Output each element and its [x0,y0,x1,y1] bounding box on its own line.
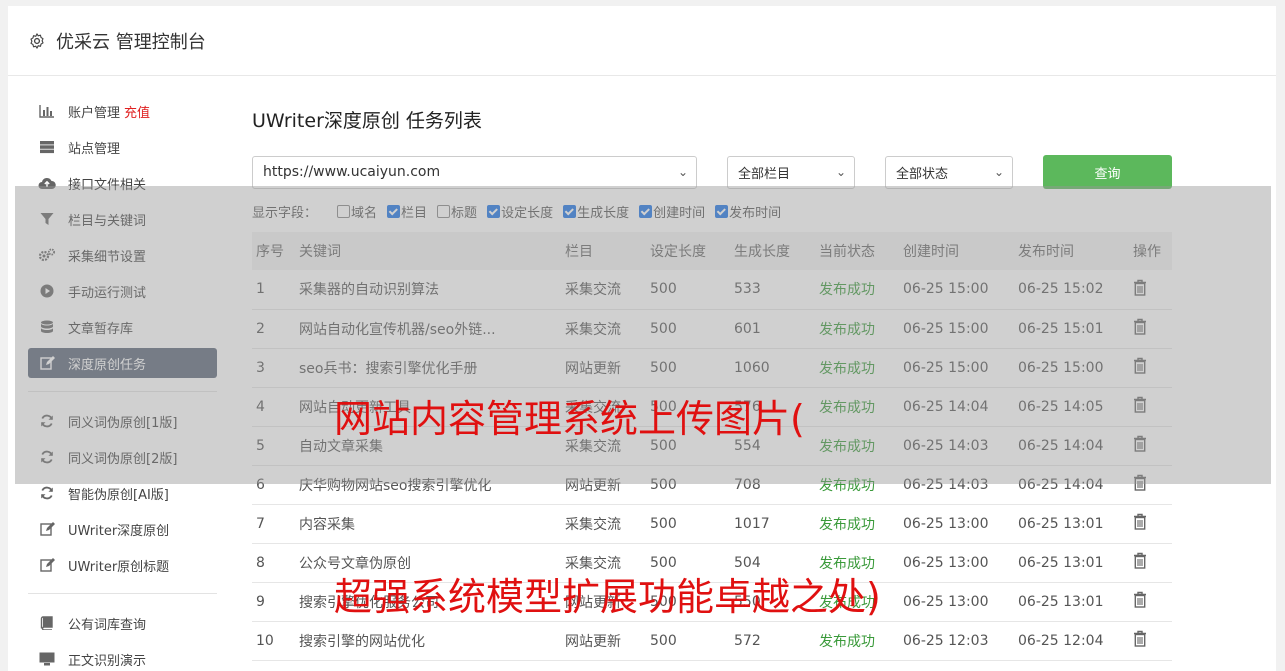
status-select[interactable]: 全部状态 ⌄ [885,155,1013,189]
row-index: 7 [256,515,265,532]
page-title: UWriter深度原创 任务列表 [252,110,482,132]
server-icon [38,139,56,155]
status-cell: 发布成功 [819,516,875,533]
chevron-down-icon: ⌄ [677,165,688,179]
created-time-cell: 06-25 13:00 [903,554,989,571]
action-cell [1133,582,1172,621]
created-time-cell: 06-25 13:00 [903,593,989,610]
sidebar-item-label: UWriter原创标题 [68,559,170,575]
created-time-cell: 06-25 12:03 [903,632,989,649]
query-button[interactable]: 查询 [1043,155,1172,189]
sidebar-item-label: 账户管理 [68,105,121,121]
refresh-icon [38,485,56,501]
column-cell: 采集交流 [565,516,621,533]
row-index: 10 [256,632,274,649]
gen-length-cell: 572 [734,632,761,649]
action-cell [1133,543,1172,582]
column-select-value: 全部栏目 [738,166,791,182]
watermark-text: 网站内容管理系统上传图片( [334,397,805,441]
published-time-cell: 06-25 12:04 [1018,632,1104,649]
bar-chart-icon [38,103,56,119]
table-row: 10 搜索引擎的网站优化 网站更新 500 572 发布成功 06-25 12:03 06-2… [252,621,1172,660]
action-cell [1133,621,1172,660]
gen-length-cell: 1017 [734,515,770,532]
published-time-cell: 06-25 13:01 [1018,593,1104,610]
set-length-cell: 500 [650,515,677,532]
column-cell: 网站更新 [565,633,621,650]
site-select[interactable]: https://www.ucaiyun.com ⌄ [252,155,697,189]
top-bar: 优采云 管理控制台 [8,6,1276,76]
sidebar-item-uwriter-title[interactable]: UWriter原创标题 [28,550,217,580]
sidebar-item-uwriter-original[interactable]: UWriter深度原创 [28,514,217,544]
sidebar-item-label: 公有词库查询 [68,617,147,633]
edit-icon [38,557,56,573]
sidebar-item-label: 站点管理 [68,141,121,157]
sidebar-item-account[interactable]: 账户管理 充值 [28,96,217,126]
chevron-down-icon: ⌄ [835,165,846,179]
keyword-cell: 搜索引擎的网站优化 [299,633,425,650]
recharge-link[interactable]: 充值 [124,102,150,121]
trash-icon[interactable] [1133,552,1149,570]
app-title: 优采云 管理控制台 [56,31,206,53]
action-cell [1133,504,1172,543]
published-time-cell: 06-25 13:01 [1018,515,1104,532]
status-cell: 发布成功 [819,633,875,650]
sidebar-item-label: UWriter深度原创 [68,523,170,539]
published-time-cell: 06-25 13:01 [1018,554,1104,571]
sidebar-item-label: 正文识别演示 [68,653,147,669]
book-icon [38,615,56,631]
monitor-icon [38,651,56,667]
trash-icon[interactable] [1133,591,1149,609]
chevron-down-icon: ⌄ [993,165,1004,179]
sidebar-item-public-lexicon[interactable]: 公有词库查询 [28,608,217,638]
status-select-value: 全部状态 [896,166,949,182]
trash-icon[interactable] [1133,630,1149,648]
edit-icon [38,521,56,537]
trash-icon[interactable] [1133,513,1149,531]
set-length-cell: 500 [650,632,677,649]
column-select[interactable]: 全部栏目 ⌄ [727,155,855,189]
sidebar-item-text-recognition[interactable]: 正文识别演示 [28,644,217,671]
table-row: 7 内容采集 采集交流 500 1017 发布成功 06-25 13:00 06-25 13:… [252,504,1172,543]
sidebar-divider [28,593,217,594]
row-index: 8 [256,554,265,571]
row-index: 9 [256,593,265,610]
gear-icon [30,32,44,49]
site-select-value: https://www.ucaiyun.com [263,164,441,180]
watermark-text: 超强系统模型扩展功能卓越之处) [334,575,881,619]
created-time-cell: 06-25 13:00 [903,515,989,532]
sidebar-item-label: 智能伪原创[AI版] [68,487,169,503]
keyword-cell: 内容采集 [299,516,355,533]
sidebar-item-sites[interactable]: 站点管理 [28,132,217,162]
filter-bar: https://www.ucaiyun.com ⌄ 全部栏目 ⌄ 全部状态 ⌄ … [252,155,1172,189]
